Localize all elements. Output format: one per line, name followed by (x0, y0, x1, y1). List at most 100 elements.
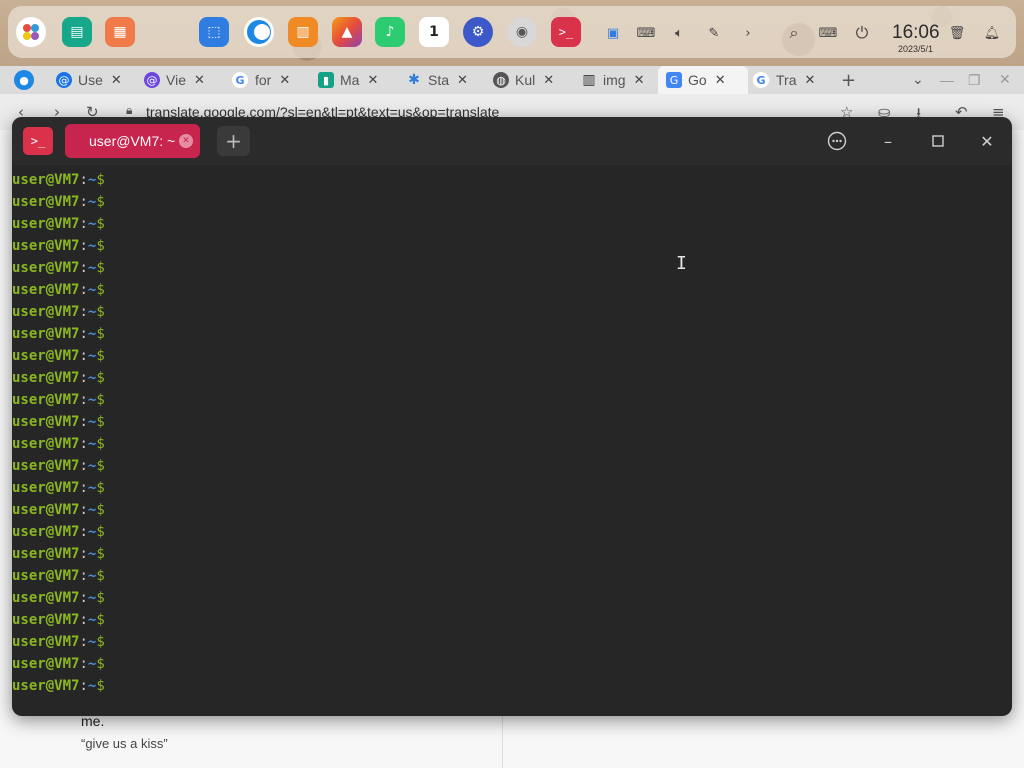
tab-5[interactable]: ✱ Sta ✕ (406, 66, 468, 94)
launcher-icon[interactable] (16, 17, 46, 47)
maximize-icon[interactable] (926, 129, 950, 153)
trash-icon[interactable]: 🗑︎ (948, 24, 966, 42)
prompt-symbol: $ (96, 194, 105, 210)
prompt-symbol: $ (96, 656, 105, 672)
grid-icon[interactable]: ▦ (105, 17, 135, 47)
prompt-user: user@VM7 (12, 678, 80, 694)
prompt-separator: : (79, 524, 88, 540)
disk-icon[interactable]: ◉ (507, 17, 537, 47)
google-icon: G (231, 71, 249, 89)
terminal-tab-label: user@VM7: ~ (89, 133, 176, 149)
prompt-symbol: $ (96, 282, 105, 298)
chevron-right-icon[interactable]: › (739, 24, 757, 42)
terminal-window[interactable]: >_ user@VM7: ~ ✕ + – ✕ user@VM7:~$ user@V… (12, 117, 1012, 716)
close-icon[interactable]: ✕ (804, 73, 815, 88)
browser-menu-button[interactable]: ● (14, 66, 40, 94)
search-icon[interactable]: ⌕ (785, 23, 803, 42)
volume-icon[interactable]: 🔈︎ (670, 24, 688, 42)
folder-icon[interactable]: ▤ (62, 17, 92, 47)
browser-logo-icon: ● (14, 70, 34, 90)
prompt-user: user@VM7 (12, 634, 80, 650)
prompt-user: user@VM7 (12, 216, 80, 232)
tab-1[interactable]: @ Use ✕ (56, 66, 122, 94)
browser-icon[interactable] (244, 17, 274, 47)
tool-icon[interactable]: ✎ (705, 24, 723, 42)
prompt-symbol: $ (96, 678, 105, 694)
tab-list-chevron-icon[interactable]: ⌄ (912, 66, 924, 94)
power-icon[interactable]: ⏻ (853, 23, 871, 42)
prompt-user: user@VM7 (12, 524, 80, 540)
close-icon[interactable]: ✕ (457, 73, 468, 88)
prompt-separator: : (79, 590, 88, 606)
tab-7[interactable]: ▥ img ✕ (581, 66, 644, 94)
tab-3[interactable]: G for ✕ (231, 66, 290, 94)
prompt-user: user@VM7 (12, 194, 80, 210)
prompt-symbol: $ (96, 172, 105, 188)
close-icon[interactable]: ✕ (634, 73, 645, 88)
tab-4[interactable]: ▮ Ma ✕ (318, 66, 378, 94)
terminal-prompt-line: user@VM7:~$ (12, 213, 1012, 235)
prompt-user: user@VM7 (12, 656, 80, 672)
close-icon[interactable]: ✕ (111, 73, 122, 88)
prompt-symbol: $ (96, 436, 105, 452)
photos-icon[interactable]: ▲ (332, 17, 362, 47)
chart-icon: ▮ (318, 72, 334, 88)
tab-label: for (255, 72, 272, 88)
tab-9[interactable]: G Tra ✕ (752, 66, 815, 94)
prompt-separator: : (79, 502, 88, 518)
prompt-user: user@VM7 (12, 260, 80, 276)
screenshot-icon[interactable]: ▣ (604, 24, 622, 42)
store-icon[interactable]: ⬚ (199, 17, 229, 47)
calendar-day: 1 (429, 24, 439, 40)
terminal-prompt-line: user@VM7:~$ (12, 587, 1012, 609)
new-terminal-tab-button[interactable]: + (217, 126, 250, 156)
clock-time[interactable]: 16:06 (892, 22, 940, 44)
minimize-icon[interactable]: – (876, 129, 900, 153)
prompt-separator: : (79, 678, 88, 694)
prompt-separator: : (79, 392, 88, 408)
prompt-symbol: $ (96, 414, 105, 430)
terminal-tab[interactable]: user@VM7: ~ ✕ (65, 124, 200, 158)
prompt-separator: : (79, 568, 88, 584)
prompt-symbol: $ (96, 590, 105, 606)
browser-close-icon[interactable]: ✕ (999, 66, 1011, 94)
prompt-separator: : (79, 656, 88, 672)
prompt-user: user@VM7 (12, 414, 80, 430)
calendar-icon[interactable]: 1 (419, 17, 449, 47)
prompt-symbol: $ (96, 458, 105, 474)
close-icon[interactable]: ✕ (194, 73, 205, 88)
prompt-user: user@VM7 (12, 480, 80, 496)
terminal-prompt-line: user@VM7:~$ (12, 521, 1012, 543)
clock-date[interactable]: 2023/5/1 (898, 44, 933, 54)
gear-icon[interactable]: ⚙ (463, 17, 493, 47)
music-icon[interactable]: ♪ (375, 17, 405, 47)
keyboard-layout-icon[interactable]: ⌨ (819, 24, 838, 42)
new-tab-button[interactable]: + (841, 66, 856, 94)
browser-minimize-icon[interactable]: — (940, 66, 954, 94)
close-icon[interactable]: ✕ (543, 73, 554, 88)
keyboard-icon[interactable]: ⌨ (637, 24, 656, 42)
box-icon[interactable]: ▥ (288, 17, 318, 47)
tab-2[interactable]: @ Vie ✕ (144, 66, 205, 94)
dock: ▤ ▦ ⬚ ▥ ▲ ♪ 1 ⚙ ◉ >_ ▣ ⌨ 🔈︎ ✎ › ⌕ ⌨ ⏻ 16… (8, 6, 1016, 58)
close-icon[interactable]: ✕ (367, 73, 378, 88)
tab-6[interactable]: ◍ Kul ✕ (493, 66, 554, 94)
terminal-icon[interactable]: >_ (551, 17, 581, 47)
close-tab-icon[interactable]: ✕ (179, 134, 193, 148)
at-icon: @ (144, 72, 160, 88)
tab-label: Vie (166, 72, 186, 88)
prompt-separator: : (79, 282, 88, 298)
terminal-prompt-line: user@VM7:~$ (12, 631, 1012, 653)
prompt-separator: : (79, 436, 88, 452)
terminal-output[interactable]: user@VM7:~$ user@VM7:~$ user@VM7:~$ user@VM… (12, 169, 1012, 697)
browser-restore-icon[interactable]: ❐ (968, 66, 981, 94)
close-icon[interactable]: ✕ (975, 129, 999, 153)
prompt-user: user@VM7 (12, 568, 80, 584)
bell-icon[interactable]: 🔔︎ (983, 24, 1001, 42)
more-options-icon[interactable] (825, 129, 849, 153)
close-icon[interactable]: ✕ (715, 73, 726, 88)
terminal-titlebar[interactable]: >_ user@VM7: ~ ✕ + – ✕ (12, 117, 1012, 165)
close-icon[interactable]: ✕ (279, 73, 290, 88)
tab-8-active[interactable]: G Go ✕ (658, 66, 748, 94)
terminal-prompt-line: user@VM7:~$ (12, 477, 1012, 499)
